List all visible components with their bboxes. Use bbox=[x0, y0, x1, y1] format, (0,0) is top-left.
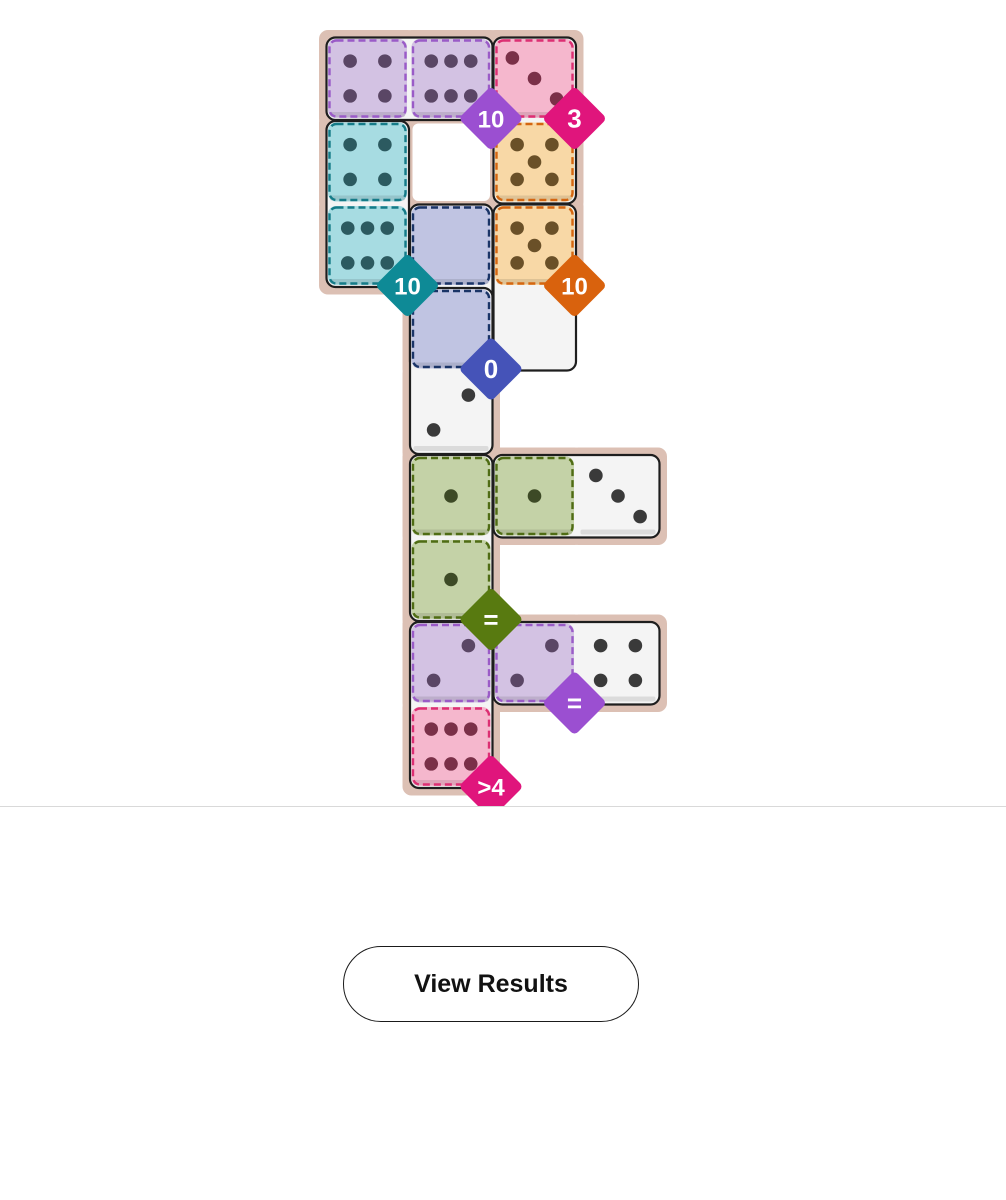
pip bbox=[545, 256, 559, 270]
pip bbox=[343, 172, 357, 187]
pip bbox=[444, 572, 458, 587]
pip bbox=[527, 238, 542, 253]
pip bbox=[510, 172, 524, 187]
pip bbox=[527, 155, 542, 169]
pip bbox=[628, 638, 643, 653]
constraint-label: = bbox=[483, 605, 498, 635]
pip bbox=[378, 89, 392, 103]
pip bbox=[426, 673, 441, 688]
pip bbox=[343, 137, 357, 152]
pip bbox=[633, 509, 647, 524]
constraint-label: 10 bbox=[561, 274, 588, 301]
pip bbox=[505, 51, 520, 65]
pip bbox=[545, 172, 559, 187]
domino-cell[interactable] bbox=[411, 456, 491, 536]
constraint-label: 3 bbox=[567, 104, 581, 134]
pip bbox=[463, 722, 478, 736]
domino-cell[interactable] bbox=[328, 122, 407, 202]
pip bbox=[378, 172, 392, 187]
pip bbox=[424, 722, 439, 736]
pip bbox=[463, 89, 478, 103]
pip bbox=[444, 54, 458, 68]
pip bbox=[463, 54, 478, 68]
pip bbox=[380, 221, 395, 235]
pip bbox=[589, 468, 603, 483]
pip bbox=[444, 89, 458, 103]
pip bbox=[343, 54, 357, 68]
constraint-label: >4 bbox=[477, 775, 505, 802]
pip bbox=[463, 757, 478, 771]
pip bbox=[360, 256, 375, 270]
pip bbox=[360, 221, 375, 235]
pip bbox=[340, 256, 355, 270]
pip bbox=[527, 489, 542, 503]
pip bbox=[628, 673, 643, 688]
pip bbox=[527, 71, 542, 86]
pip bbox=[424, 89, 439, 103]
pip bbox=[593, 673, 608, 688]
pip bbox=[510, 137, 524, 152]
pip bbox=[545, 638, 559, 653]
pip bbox=[461, 638, 476, 653]
pip bbox=[545, 221, 559, 235]
domino-cell[interactable] bbox=[578, 456, 658, 536]
constraint-label: 10 bbox=[478, 107, 505, 134]
pip bbox=[510, 256, 524, 270]
pip bbox=[378, 54, 392, 68]
constraint-label: = bbox=[567, 688, 582, 718]
pip bbox=[444, 757, 458, 771]
divider-line bbox=[0, 806, 1006, 807]
pip bbox=[593, 638, 608, 653]
pip bbox=[444, 489, 458, 503]
pip bbox=[545, 137, 559, 152]
domino-cell[interactable] bbox=[495, 456, 574, 536]
pip bbox=[510, 673, 524, 688]
pip bbox=[378, 137, 392, 152]
view-results-button[interactable]: View Results bbox=[343, 946, 639, 1022]
pip bbox=[424, 54, 439, 68]
pip bbox=[426, 423, 441, 437]
domino-cell[interactable] bbox=[328, 39, 407, 118]
pip bbox=[343, 89, 357, 103]
pip bbox=[611, 489, 625, 503]
pip bbox=[444, 722, 458, 736]
constraint-label: 0 bbox=[484, 354, 498, 384]
pip bbox=[461, 388, 476, 402]
pip bbox=[510, 221, 524, 235]
pip bbox=[424, 757, 439, 771]
pip bbox=[340, 221, 355, 235]
constraint-label: 10 bbox=[394, 274, 421, 301]
pip bbox=[380, 256, 395, 270]
puzzle-board: 10 3 10 10 0 = = >4 bbox=[319, 30, 667, 806]
